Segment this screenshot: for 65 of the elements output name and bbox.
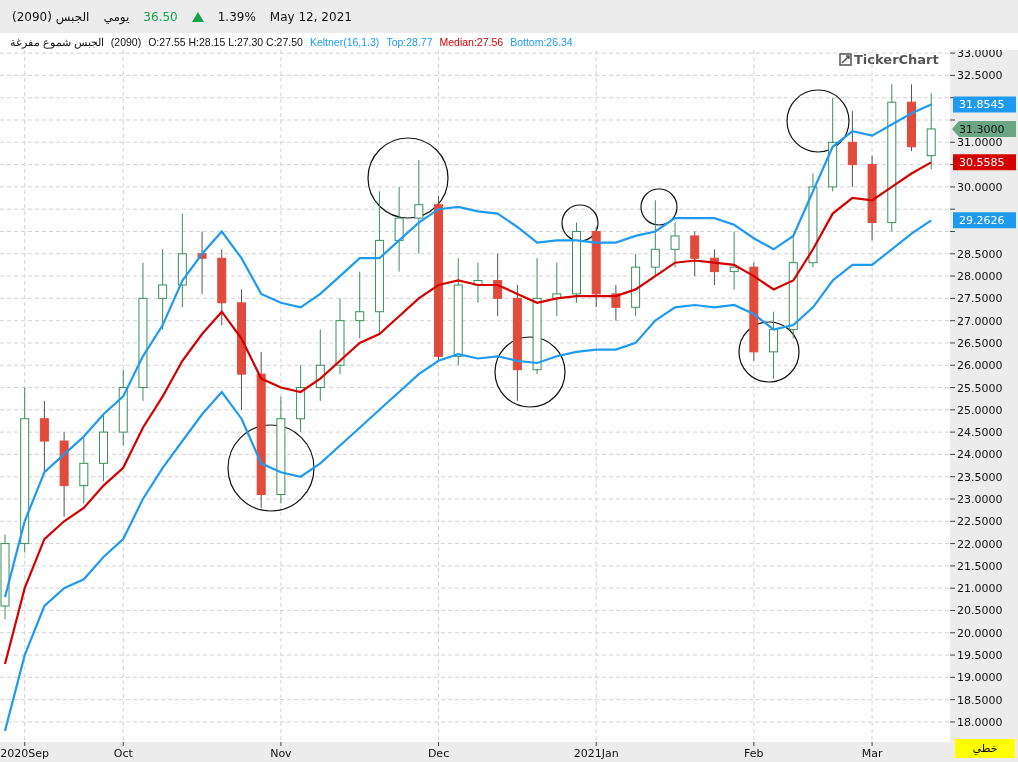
candlestick — [670, 222, 680, 268]
price-tag: 29.2626 — [953, 212, 1016, 229]
candlestick — [611, 284, 621, 322]
price-axis-label: 28.5000 — [957, 247, 1003, 261]
price-axis-label: 20.0000 — [957, 626, 1003, 640]
price-axis-label: 22.5000 — [957, 515, 1003, 529]
bottom-value: Bottom:26.34 — [510, 35, 573, 48]
time-axis-label: Mar — [861, 747, 883, 760]
indicator-name: Keltner(16,1.3) — [309, 35, 380, 48]
candlestick — [907, 83, 916, 152]
candlestick — [99, 413, 109, 482]
ohlc-values: O:27.55 H:28.15 L:27.30 C:27.50 — [148, 35, 303, 48]
candlestick — [296, 364, 306, 433]
price-axis-label: 27.0000 — [957, 314, 1003, 328]
candlestick — [729, 230, 739, 290]
price-axis-label: 26.5000 — [957, 336, 1003, 350]
date-label: May 12, 2021 — [269, 9, 352, 24]
top-value: Top:28.77 — [386, 35, 433, 48]
chart-title: الجبس شموع مفرغة — [10, 35, 104, 48]
median-value: Median:27.56 — [439, 35, 504, 48]
brand-logo: TickerChart — [839, 52, 939, 67]
price-axis-label: 21.5000 — [957, 559, 1003, 573]
candlestick — [473, 262, 483, 304]
time-axis-label: Nov — [270, 747, 292, 760]
price-axis-label: 24.5000 — [957, 426, 1003, 440]
candlestick — [769, 311, 779, 380]
price-axis-label: 22.0000 — [957, 537, 1003, 551]
chart-type-button[interactable]: خطي — [955, 739, 1015, 758]
time-axis-label: 2021Jan — [573, 747, 619, 760]
price-axis-label: 25.5000 — [957, 381, 1003, 395]
period-label: يومي — [103, 9, 130, 24]
candlestick — [79, 436, 89, 504]
candlestick — [709, 248, 719, 286]
change-percent: 1.39% — [217, 9, 256, 24]
price-axis-label: 27.5000 — [957, 292, 1003, 306]
price-axis-label: 25.0000 — [957, 403, 1003, 417]
price-axis-label: 18.5000 — [957, 693, 1003, 707]
price-axis-label: 23.0000 — [957, 493, 1003, 506]
symbol-name: الجبس (2090) — [12, 9, 90, 24]
last-price: 36.50 — [143, 9, 178, 24]
price-tag: 30.5585 — [953, 154, 1016, 171]
candlestick — [197, 230, 207, 295]
price-axis-label: 19.5000 — [957, 649, 1003, 663]
candlestick — [493, 253, 503, 317]
time-axis-label: 2020Sep — [0, 747, 50, 760]
price-axis-label: 19.0000 — [957, 671, 1003, 685]
price-axis-label: 20.5000 — [957, 604, 1003, 618]
price-axis-label: 30.0000 — [957, 180, 1003, 194]
symbol-code: (2090) — [110, 35, 142, 48]
price-axis-label: 32.5000 — [957, 69, 1003, 83]
time-axis-label: Dec — [427, 747, 450, 760]
price-tag: 31.8545 — [953, 96, 1016, 113]
time-axis-label: Oct — [113, 747, 133, 760]
candlestick — [631, 253, 641, 317]
price-axis-label: 24.0000 — [957, 448, 1003, 462]
price-axis-label: 28.0000 — [957, 270, 1003, 284]
price-axis-label: 18.0000 — [957, 715, 1003, 729]
candlestick — [355, 271, 365, 339]
candlestick — [690, 230, 700, 277]
price-axis-label: 26.0000 — [957, 359, 1003, 373]
time-axis-label: Feb — [744, 747, 764, 760]
price-axis-label: 23.5000 — [957, 470, 1003, 484]
price-axis-label: 31.0000 — [957, 136, 1003, 150]
price-axis-label: 21.0000 — [957, 582, 1003, 596]
candlestick — [552, 262, 562, 317]
